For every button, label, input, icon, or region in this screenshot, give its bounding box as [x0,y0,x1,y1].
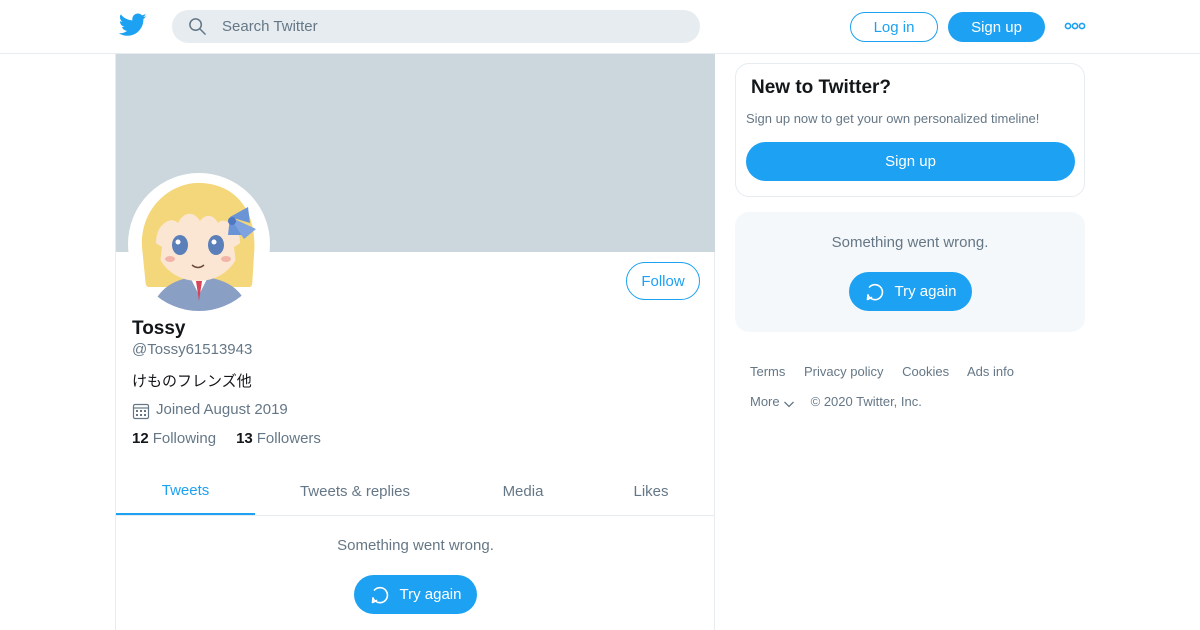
login-button[interactable]: Log in [850,12,938,42]
sidebar-signup-button[interactable]: Sign up [746,142,1075,181]
footer-link-cookies[interactable]: Cookies [902,364,949,379]
tab-tweets[interactable]: Tweets [116,468,255,515]
footer-link-terms[interactable]: Terms [750,364,785,379]
trends-error-message: Something went wrong. [831,234,989,251]
profile-stats: 12 Following 13 Followers [132,430,341,447]
trends-card: Something went wrong. Try again [735,212,1085,332]
refresh-icon [866,283,883,300]
joined-text: Joined August 2019 [156,401,288,418]
search-input[interactable] [222,10,682,43]
avatar[interactable] [128,173,270,315]
followers-label: Followers [256,430,321,447]
refresh-icon [371,586,388,603]
search-bar[interactable] [172,10,700,43]
twitter-bird-icon[interactable] [119,13,147,37]
profile-joined-date: Joined August 2019 [132,399,288,420]
calendar-icon [132,403,150,420]
search-icon [189,18,206,35]
timeline-error-message: Something went wrong. [337,537,494,554]
follow-button[interactable]: Follow [626,262,700,300]
followers-link[interactable]: 13 Followers [236,430,321,447]
trends-try-again-label: Try again [894,283,957,300]
following-label: Following [152,430,217,447]
footer-more-label: More [750,394,780,409]
tab-media[interactable]: Media [455,468,591,515]
footer-more-button[interactable]: More [750,394,795,409]
try-again-label: Try again [399,586,462,603]
tab-tweets-and-replies[interactable]: Tweets & replies [255,468,455,515]
avatar-illustration [132,177,266,311]
signup-button[interactable]: Sign up [948,12,1045,42]
more-dots-icon[interactable] [1064,19,1086,33]
footer-copyright: © 2020 Twitter, Inc. [810,394,922,409]
footer-link-ads-info[interactable]: Ads info [967,364,1014,379]
profile-tabs: Tweets Tweets & replies Media Likes [116,468,715,516]
profile-display-name: Tossy [132,318,186,339]
timeline-try-again-button[interactable]: Try again [354,575,477,614]
following-count: 12 [132,430,149,447]
followers-count: 13 [236,430,253,447]
tab-likes[interactable]: Likes [591,468,711,515]
footer: Terms Privacy policy Cookies Ads info Mo… [750,364,1029,409]
new-to-twitter-card: New to Twitter? Sign up now to get your … [735,63,1085,197]
footer-link-privacy[interactable]: Privacy policy [804,364,883,379]
chevron-down-icon [783,401,794,407]
top-navigation-bar: Log in Sign up [0,0,1200,54]
trends-try-again-button[interactable]: Try again [849,272,972,311]
profile-column: Follow Tossy @Tossy61513943 けものフレンズ他 Joi… [115,54,715,630]
new-to-twitter-title: New to Twitter? [751,77,892,98]
profile-bio: けものフレンズ他 [132,372,252,390]
profile-handle: @Tossy61513943 [132,341,253,358]
new-to-twitter-subtitle: Sign up now to get your own personalized… [746,111,1040,126]
following-link[interactable]: 12 Following [132,430,216,447]
